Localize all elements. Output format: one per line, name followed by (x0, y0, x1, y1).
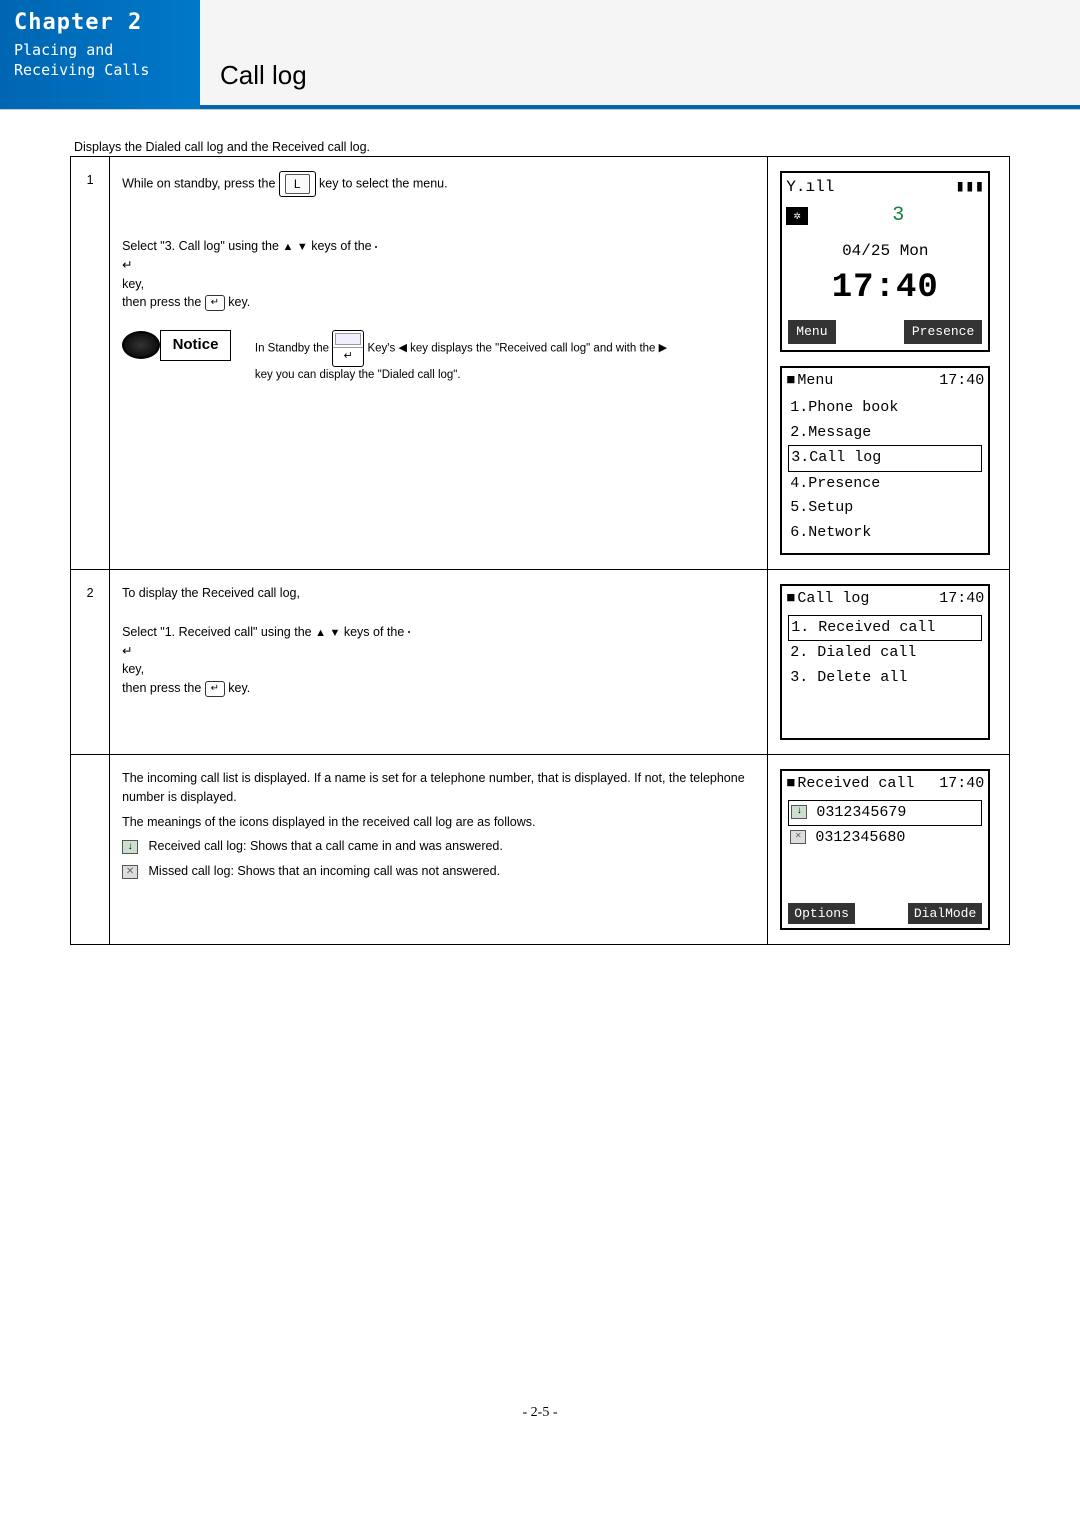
step-1-number: 1 (71, 157, 110, 570)
page-footer: - 2-5 - (0, 1405, 1080, 1421)
menu-item: 3. Delete all (788, 666, 982, 691)
date-text: 04/25 Mon (782, 239, 988, 263)
signal-icon: Y.ıll (786, 175, 834, 199)
menu-item: 6.Network (788, 521, 982, 546)
line-number: 3 (812, 201, 984, 231)
menu-title: Menu (786, 370, 833, 393)
standby-screen: Y.ıll ▮▮▮ ✲ 3 04/25 Mon 17:40 Menu Prese… (780, 171, 990, 352)
time-text: 17:40 (782, 263, 988, 314)
menu-item: 4.Presence (788, 472, 982, 497)
small-enter-key-icon: ↵ (205, 295, 225, 311)
content-area: Displays the Dialed call log and the Rec… (0, 110, 1080, 945)
notice-body: In Standby the ↵ Key's key displays the … (255, 330, 675, 384)
down-arrow-icon (297, 239, 308, 253)
step-2-number-cont (71, 755, 110, 945)
notice-label: Notice (160, 330, 232, 361)
softkey-dialmode: DialMode (908, 903, 982, 925)
section-title-bar: Call log (200, 0, 1080, 109)
enter-key-icon: ↵ (332, 330, 364, 367)
enter-key-icon (408, 631, 410, 633)
received-item-selected: ↓ 0312345679 (788, 800, 982, 827)
step-2-body: To display the Received call log, Select… (110, 570, 768, 755)
softkey-menu: Menu (788, 320, 835, 344)
step-2-screenshot-top: Call log 17:40 1. Received call 2. Diale… (768, 570, 1010, 755)
menu-item: 1.Phone book (788, 396, 982, 421)
missed-call-icon: ✕ (122, 865, 138, 879)
up-arrow-icon (315, 625, 326, 639)
step-2-screenshot-bottom: Received call 17:40 ↓ 0312345679 ✕ 03123… (768, 755, 1010, 945)
received-call-icon: ↓ (791, 805, 807, 819)
down-arrow-icon (329, 625, 340, 639)
l-key-icon: L (279, 171, 316, 197)
menu-screen: Menu 17:40 1.Phone book 2.Message 3.Call… (780, 366, 990, 556)
notice-box: Notice In Standby the ↵ Key's key displa… (122, 330, 755, 384)
received-title: Received call (786, 773, 914, 796)
menu-item: 2. Dialed call (788, 641, 982, 666)
enter-key-icon (375, 246, 377, 248)
menu-item: 2.Message (788, 421, 982, 446)
missed-call-icon: ✕ (790, 830, 806, 844)
battery-icon: ▮▮▮ (955, 175, 984, 199)
step-1-body: While on standby, press the L key to sel… (110, 157, 768, 570)
step-1-screenshots: Y.ıll ▮▮▮ ✲ 3 04/25 Mon 17:40 Menu Prese… (768, 157, 1010, 570)
page-header: Chapter 2 Placing and Receiving Calls Ca… (0, 0, 1080, 110)
chapter-block: Chapter 2 Placing and Receiving Calls (0, 0, 200, 109)
notice-ring-icon (122, 331, 160, 359)
softkey-presence: Presence (904, 320, 982, 344)
gear-icon: ✲ (786, 207, 808, 225)
small-enter-key-icon: ↵ (205, 681, 225, 697)
call-log-title: Call log (786, 588, 869, 611)
call-log-time: 17:40 (939, 588, 984, 611)
right-arrow-icon (659, 342, 667, 354)
received-call-icon: ↓ (122, 840, 138, 854)
left-arrow-icon (398, 342, 406, 354)
softkey-options: Options (788, 903, 855, 925)
chapter-subtitle: Placing and Receiving Calls (14, 41, 186, 80)
received-item: ✕ 0312345680 (788, 826, 982, 851)
received-time: 17:40 (939, 773, 984, 796)
up-arrow-icon (282, 239, 293, 253)
menu-item-selected: 3.Call log (788, 445, 982, 472)
step-2-body-cont: The incoming call list is displayed. If … (110, 755, 768, 945)
received-call-screen: Received call 17:40 ↓ 0312345679 ✕ 03123… (780, 769, 990, 930)
menu-time: 17:40 (939, 370, 984, 393)
chapter-number: Chapter 2 (14, 10, 186, 35)
steps-table: 1 While on standby, press the L key to s… (70, 156, 1010, 945)
step-2-number: 2 (71, 570, 110, 755)
intro-text: Displays the Dialed call log and the Rec… (70, 140, 1010, 154)
section-title: Call log (220, 60, 307, 105)
call-log-screen: Call log 17:40 1. Received call 2. Diale… (780, 584, 990, 740)
menu-item: 5.Setup (788, 496, 982, 521)
menu-item-selected: 1. Received call (788, 615, 982, 642)
